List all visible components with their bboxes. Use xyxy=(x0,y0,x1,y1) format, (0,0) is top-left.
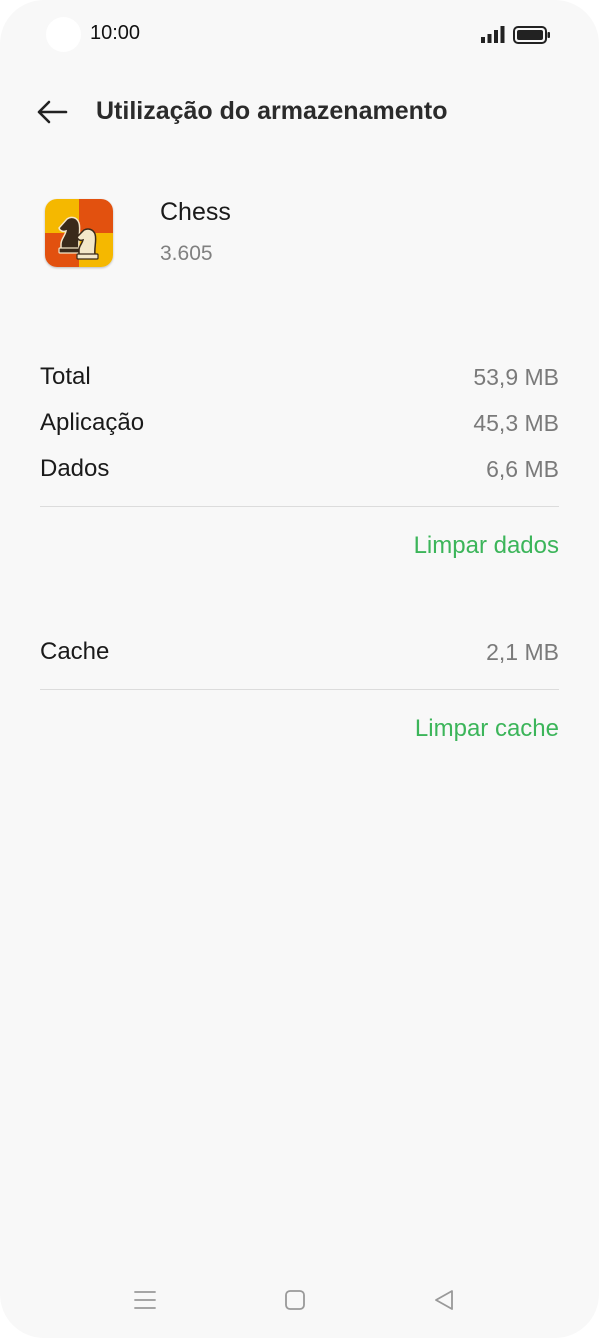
storage-row-data: Dados 6,6 MB xyxy=(40,451,559,487)
page-title: Utilização do armazenamento xyxy=(96,97,448,125)
back-button[interactable] xyxy=(30,92,74,132)
storage-row-label: Aplicação xyxy=(40,409,145,436)
storage-row-total: Total 53,9 MB xyxy=(40,359,559,395)
home-button[interactable] xyxy=(279,1284,311,1316)
menu-icon xyxy=(134,1291,156,1309)
status-bar: 10:00 xyxy=(0,0,599,70)
cache-label: Cache xyxy=(40,638,110,665)
storage-row-label: Total xyxy=(40,363,91,390)
phone-screen: 10:00 Utilização do armazenamento Chess … xyxy=(0,0,599,1338)
app-version: 3.605 xyxy=(160,242,213,265)
clear-cache-button[interactable]: Limpar cache xyxy=(415,715,559,743)
home-icon xyxy=(285,1290,305,1310)
cache-row: Cache 2,1 MB xyxy=(40,634,559,670)
chess-app-icon xyxy=(45,199,113,267)
clear-data-button[interactable]: Limpar dados xyxy=(414,532,559,560)
recent-apps-button[interactable] xyxy=(129,1284,161,1316)
divider xyxy=(40,506,559,507)
storage-row-value: 45,3 MB xyxy=(473,409,559,436)
battery-icon xyxy=(513,26,550,44)
storage-row-value: 53,9 MB xyxy=(473,363,559,390)
divider xyxy=(40,689,559,690)
cache-value: 2,1 MB xyxy=(486,638,559,665)
app-bar: Utilização do armazenamento xyxy=(0,80,599,144)
back-arrow-icon xyxy=(37,100,68,124)
back-triangle-icon xyxy=(435,1290,453,1310)
navigation-bar xyxy=(0,1270,599,1330)
nav-back-button[interactable] xyxy=(428,1284,460,1316)
app-name: Chess xyxy=(160,198,231,226)
storage-row-value: 6,6 MB xyxy=(486,455,559,482)
front-camera xyxy=(46,17,81,52)
storage-row-application: Aplicação 45,3 MB xyxy=(40,405,559,441)
signal-icon xyxy=(481,26,505,43)
status-time: 10:00 xyxy=(90,22,141,44)
storage-row-label: Dados xyxy=(40,455,110,482)
